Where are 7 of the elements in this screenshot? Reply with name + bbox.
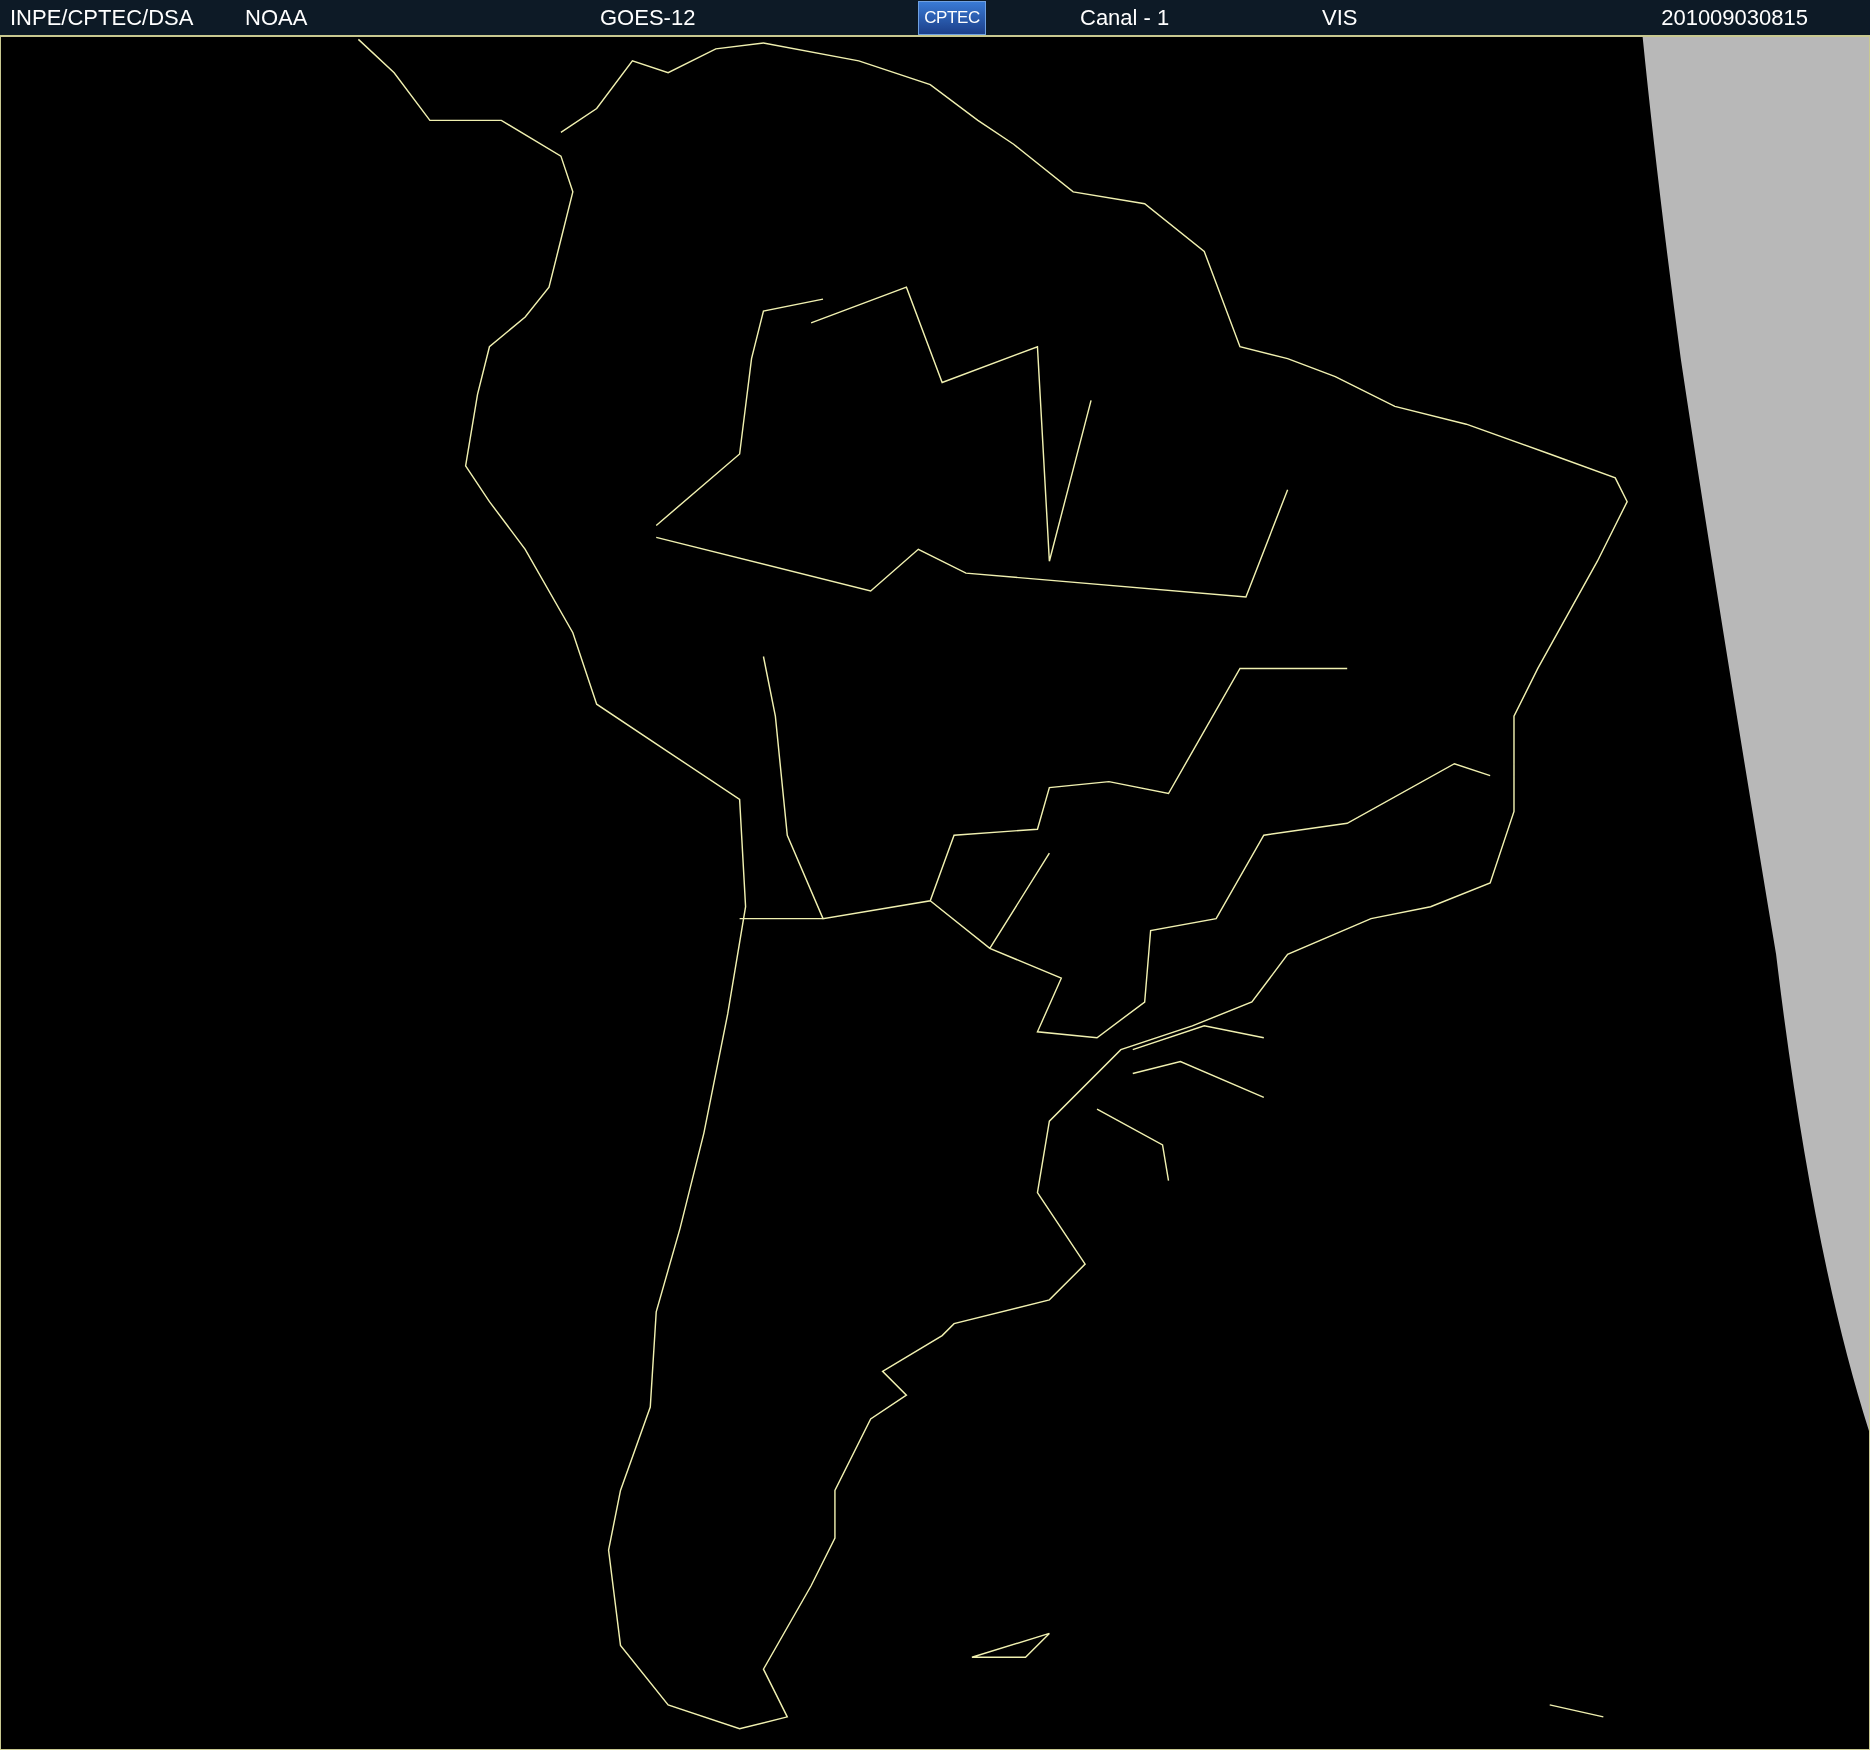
timestamp-label: 201009030815 (1661, 4, 1808, 32)
band-label: VIS (1322, 4, 1359, 32)
channel-label: Canal - 1 (1080, 4, 1171, 32)
cptec-logo: CPTEC (918, 0, 986, 35)
agency-label: NOAA (245, 4, 309, 32)
satellite-label: GOES-12 (600, 4, 697, 32)
source-label: INPE/CPTEC/DSA (10, 4, 195, 32)
